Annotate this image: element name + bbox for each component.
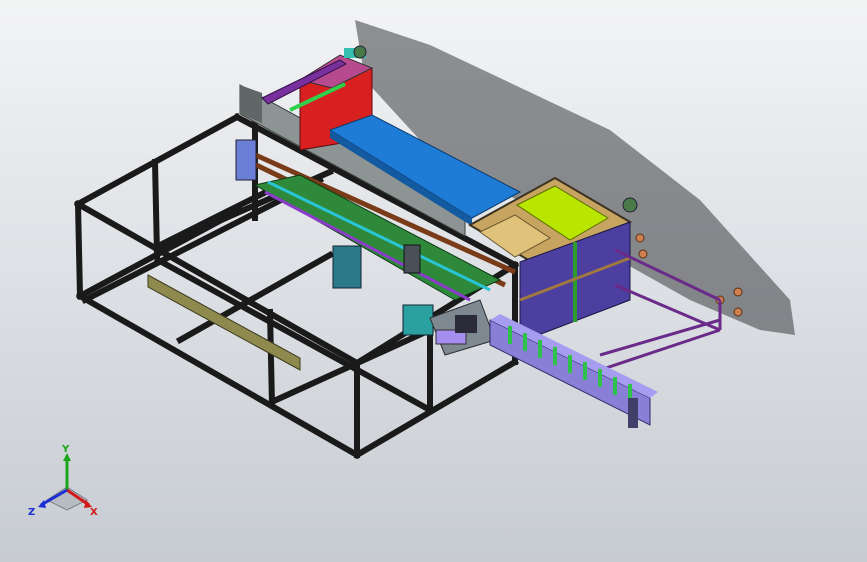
view-orientation-triad[interactable]: Y X Z (22, 444, 112, 525)
control-box (402, 304, 434, 336)
motor-block-mid (332, 245, 362, 289)
y-axis-label: Y (61, 445, 70, 455)
x-axis-label: X (90, 507, 98, 518)
dark-block (455, 315, 477, 333)
motor-head (403, 244, 421, 274)
z-axis-label: Z (28, 507, 35, 518)
cad-model-scene[interactable] (0, 0, 867, 562)
mounting-lug-right (622, 197, 638, 213)
mounting-lug (353, 45, 367, 59)
cad-viewport[interactable]: Y X Z (0, 0, 867, 562)
motor-block-left (235, 139, 257, 181)
beam-end-stop (628, 398, 638, 428)
triad-graphic: Y X Z (28, 444, 98, 518)
